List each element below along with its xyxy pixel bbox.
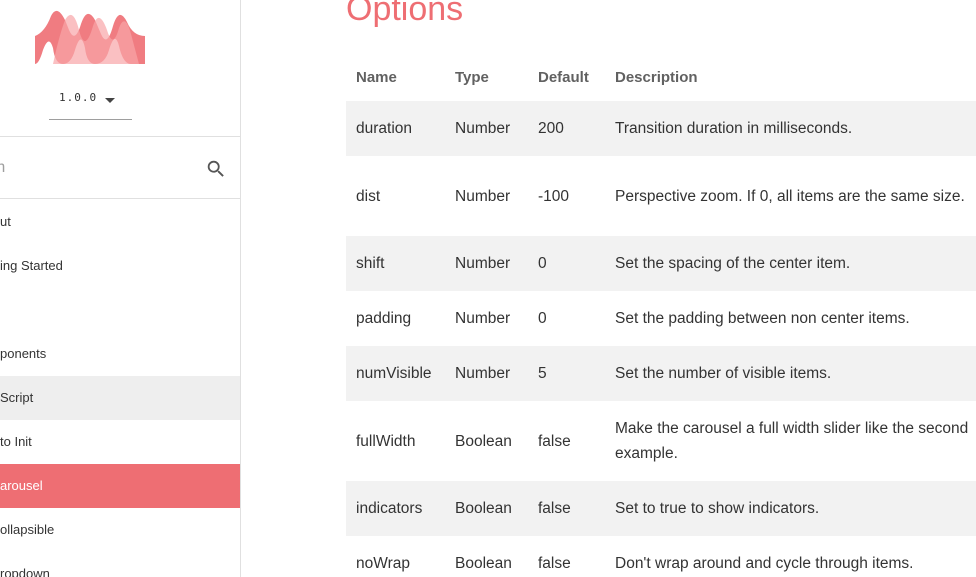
cell-description: Don't wrap around and cycle through item… bbox=[615, 555, 914, 572]
sidebar-item-label: arousel bbox=[0, 478, 43, 493]
cell-default: 5 bbox=[528, 346, 605, 401]
table-row: shift Number 0 Set the spacing of the ce… bbox=[346, 236, 976, 291]
cell-name: dist bbox=[356, 187, 381, 205]
cell-description: Make the carousel a full width slider li… bbox=[615, 420, 969, 462]
main-content: Options Name Type Default Description du… bbox=[346, 0, 976, 577]
sidebar-item-dropdown[interactable]: ropdown bbox=[0, 552, 240, 577]
sidebar-item-carousel[interactable]: arousel bbox=[0, 464, 240, 508]
version-value: 1.0.0 bbox=[59, 91, 98, 104]
search-icon[interactable] bbox=[205, 158, 227, 180]
cell-default: false bbox=[528, 481, 605, 536]
sidebar-item-label: ollapsible bbox=[0, 522, 55, 537]
cell-name: fullWidth bbox=[356, 432, 416, 450]
cell-description: Set the spacing of the center item. bbox=[605, 236, 976, 291]
sidebar-item-components[interactable]: ponents bbox=[0, 332, 240, 376]
sidebar-item-label: Script bbox=[0, 390, 34, 405]
cell-type: Boolean bbox=[445, 481, 528, 536]
sidebar-item-about[interactable]: ut bbox=[0, 200, 240, 244]
table-row: noWrap Boolean false Don't wrap around a… bbox=[346, 536, 976, 577]
sidebar-item-label: ing Started bbox=[0, 258, 63, 273]
cell-default: false bbox=[538, 432, 571, 450]
cell-type: Number bbox=[445, 346, 528, 401]
table-row: dist Number -100 Perspective zoom. If 0,… bbox=[346, 156, 976, 236]
cell-name: indicators bbox=[346, 481, 445, 536]
sidebar-item-label: ponents bbox=[0, 346, 47, 361]
cell-name: padding bbox=[356, 310, 412, 327]
table-header-row: Name Type Default Description bbox=[346, 53, 976, 101]
cell-default: 0 bbox=[528, 236, 605, 291]
cell-type: Number bbox=[455, 187, 511, 205]
cell-type: Boolean bbox=[455, 555, 512, 572]
sidebar-item-getting-started[interactable]: ing Started bbox=[0, 244, 240, 288]
search-placeholder: rch bbox=[0, 159, 5, 177]
cell-default: 0 bbox=[538, 310, 547, 327]
sidebar: 1.0.0 rch ut ing Started ponents Script … bbox=[0, 0, 241, 577]
cell-type: Boolean bbox=[455, 432, 512, 450]
column-header-default: Default bbox=[538, 68, 589, 86]
cell-default: false bbox=[538, 555, 571, 572]
page-title: Options bbox=[346, 0, 464, 28]
column-header-type: Type bbox=[455, 68, 489, 86]
sidebar-item-label: ut bbox=[0, 214, 11, 229]
cell-name: numVisible bbox=[346, 346, 445, 401]
table-row: fullWidth Boolean false Make the carouse… bbox=[346, 401, 976, 481]
sidebar-item-collapsible[interactable]: ollapsible bbox=[0, 508, 240, 552]
sidebar-item-javascript[interactable]: Script bbox=[0, 376, 240, 420]
caret-down-icon bbox=[105, 98, 115, 103]
cell-description: Set to true to show indicators. bbox=[605, 481, 976, 536]
cell-description: Perspective zoom. If 0, all items are th… bbox=[615, 187, 965, 205]
options-table: Name Type Default Description duration N… bbox=[346, 53, 976, 577]
cell-description: Transition duration in milliseconds. bbox=[605, 101, 976, 156]
cell-default: 200 bbox=[528, 101, 605, 156]
column-header-name: Name bbox=[356, 68, 397, 86]
sidebar-item-auto-init[interactable]: to Init bbox=[0, 420, 240, 464]
table-row: indicators Boolean false Set to true to … bbox=[346, 481, 976, 536]
cell-name: duration bbox=[346, 101, 445, 156]
materialize-logo[interactable] bbox=[33, 6, 147, 64]
cell-description: Set the number of visible items. bbox=[605, 346, 976, 401]
cell-description: Set the padding between non center items… bbox=[615, 310, 910, 327]
search-field[interactable]: rch bbox=[0, 137, 240, 199]
cell-name: shift bbox=[346, 236, 445, 291]
table-row: numVisible Number 5 Set the number of vi… bbox=[346, 346, 976, 401]
sidebar-item-label: ropdown bbox=[0, 566, 50, 577]
version-select[interactable]: 1.0.0 bbox=[49, 84, 132, 120]
cell-name: noWrap bbox=[356, 555, 410, 572]
cell-type: Number bbox=[445, 101, 528, 156]
cell-type: Number bbox=[445, 236, 528, 291]
cell-default: -100 bbox=[538, 187, 570, 205]
cell-type: Number bbox=[455, 310, 511, 327]
table-row: padding Number 0 Set the padding between… bbox=[346, 291, 976, 346]
sidebar-item-label: to Init bbox=[0, 434, 32, 449]
column-header-description: Description bbox=[615, 68, 698, 86]
table-row: duration Number 200 Transition duration … bbox=[346, 101, 976, 156]
